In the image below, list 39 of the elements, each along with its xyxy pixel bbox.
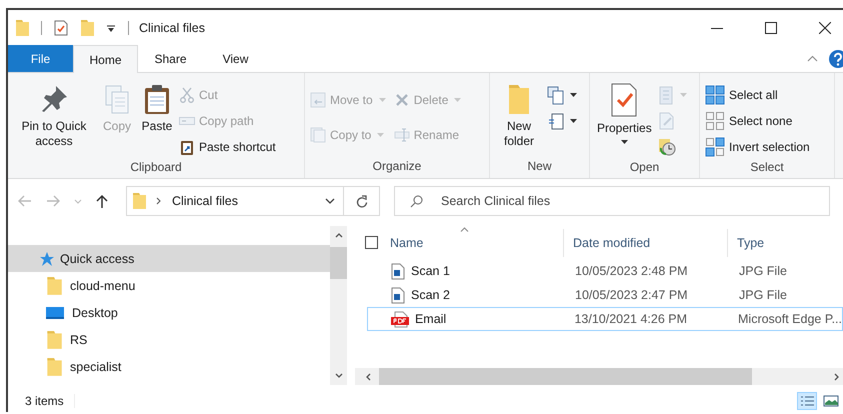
date-cell-text: 10/05/2023 2:47 PM	[574, 288, 689, 302]
ribbon-button[interactable]: Pin to Quick access	[13, 77, 95, 149]
ribbon-button[interactable]: Paste	[139, 77, 175, 134]
group-label: Clipboard	[129, 159, 183, 176]
file-name[interactable]: Scan 1	[411, 264, 450, 278]
nav-item[interactable]: Desktop	[8, 299, 330, 326]
address-bar[interactable]: Clinical files	[126, 186, 344, 216]
search-field[interactable]: Search Clinical files	[394, 186, 830, 216]
ribbon-button[interactable]: Paste shortcut	[179, 135, 280, 159]
group-label: Open	[628, 159, 660, 176]
breadcrumb[interactable]: Clinical files	[172, 194, 238, 208]
item-count: 3 items	[25, 394, 75, 408]
ribbon-button[interactable]: Select all	[705, 83, 814, 107]
column-header[interactable]: Type	[728, 228, 843, 256]
type-cell-text: JPG File	[738, 264, 788, 278]
nav-item[interactable]: RS	[8, 326, 330, 353]
group-label: Select	[749, 159, 785, 176]
type-cell-text: JPG File	[738, 288, 788, 302]
date-cell-text: 13/10/2021 4:26 PM	[573, 312, 688, 326]
column-header[interactable]: Date modified	[564, 228, 728, 256]
column-header[interactable]: Name	[390, 228, 564, 256]
type-cell-text: Microsoft Edge P...	[737, 312, 842, 326]
ribbon-button[interactable]: Invert selection	[705, 135, 814, 159]
ribbon-tab[interactable]: View	[203, 45, 268, 72]
ribbon-tab[interactable]: Home	[73, 45, 138, 73]
ribbon-tab[interactable]: Share	[138, 45, 203, 72]
nav-item[interactable]: Quick access	[8, 245, 330, 272]
ribbon-button[interactable]: New folder	[495, 77, 543, 149]
file-name[interactable]: Email	[414, 312, 446, 326]
ribbon-button[interactable]: Select none	[705, 109, 814, 133]
nav-item[interactable]: specialist	[8, 353, 330, 380]
nav-item[interactable]: cloud-menu	[8, 272, 330, 299]
ribbon-button[interactable]: Properties	[595, 77, 654, 144]
group-label: Organize	[372, 158, 422, 175]
group-label: New	[526, 158, 552, 175]
date-cell-text: 10/05/2023 2:48 PM	[574, 264, 689, 278]
ribbon-tab[interactable]: File	[8, 45, 73, 72]
window-title: Clinical files	[139, 20, 205, 34]
file-name[interactable]: Scan 2	[411, 288, 450, 302]
